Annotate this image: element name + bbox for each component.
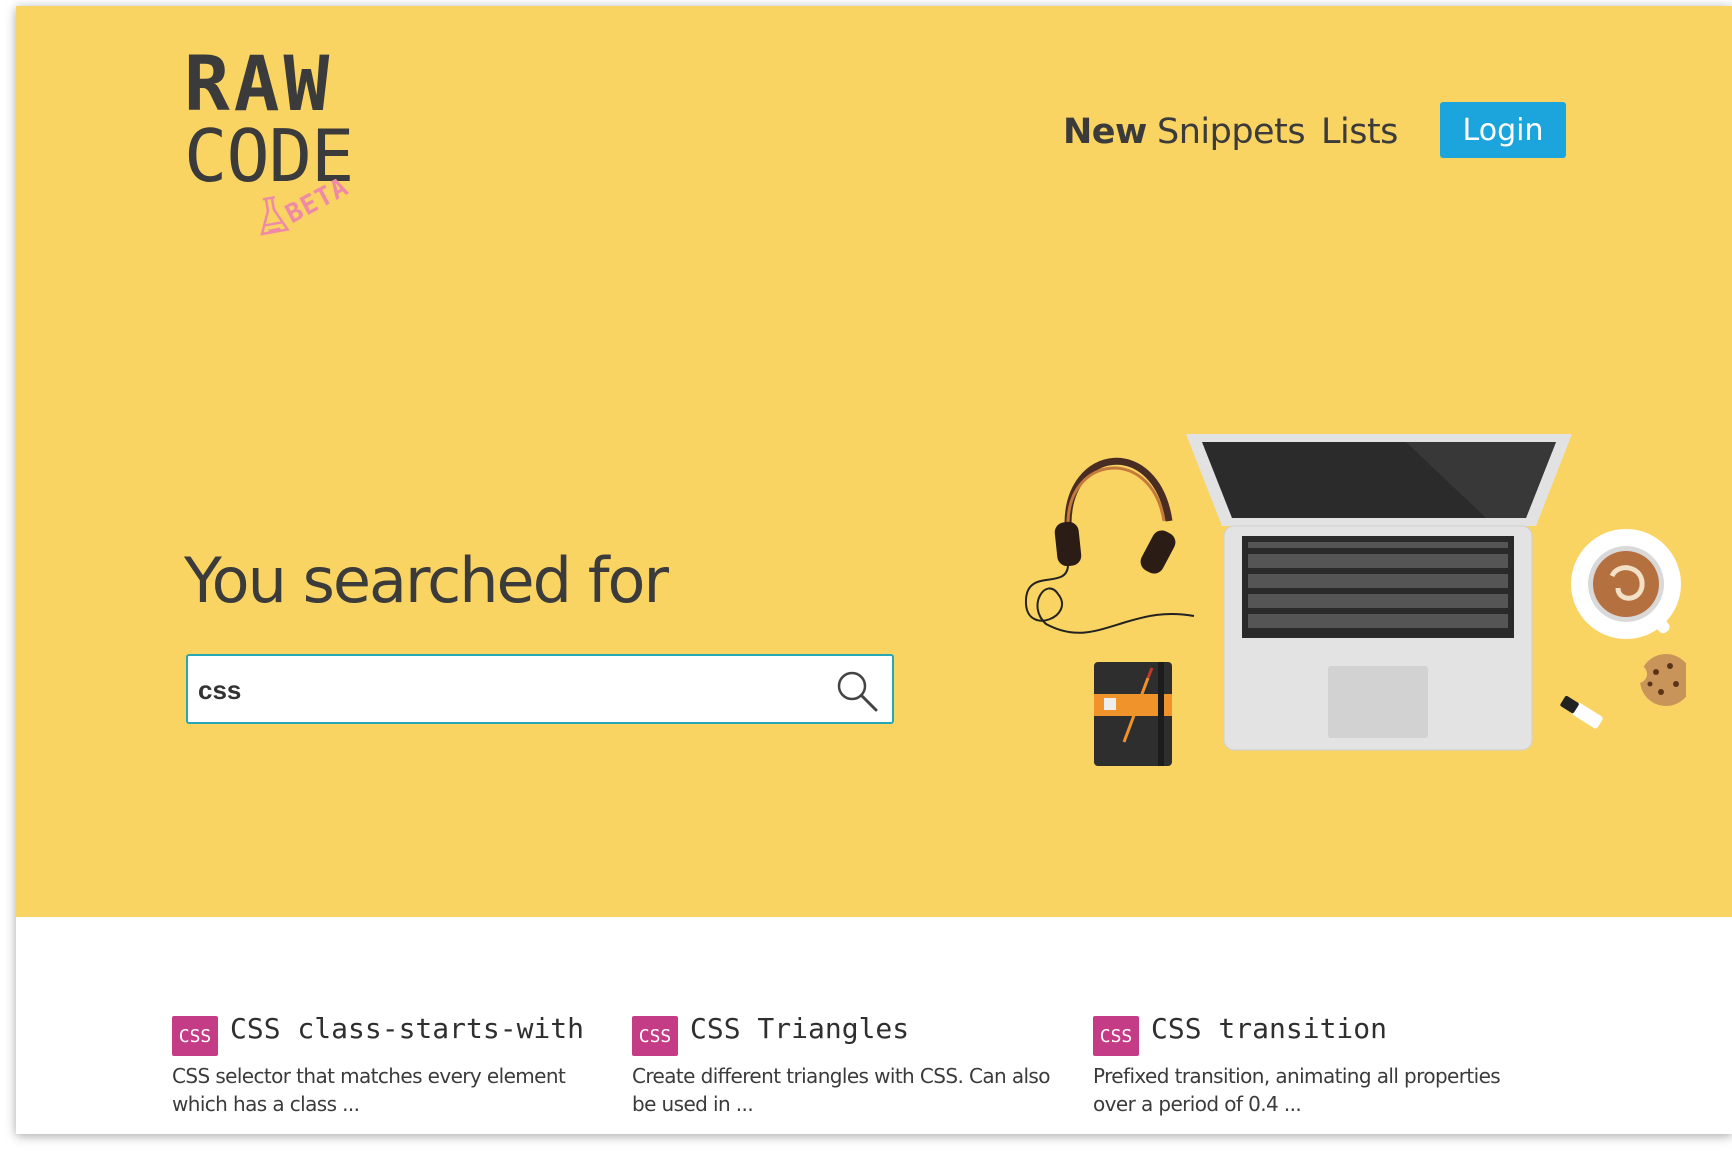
search-icon[interactable]	[832, 666, 882, 716]
usb-stick-image	[1560, 695, 1603, 729]
results-section: CSS CSS class-starts-with CSS selector t…	[16, 917, 1732, 1134]
result-title[interactable]: CSS transition	[1151, 1012, 1387, 1045]
top-nav: New Snippets Lists Login	[16, 102, 1732, 162]
search-box	[186, 654, 894, 724]
hero-section: RAW CODE BETA New Snippets Lists Login Y…	[16, 6, 1732, 917]
nav-new[interactable]: New	[1063, 112, 1147, 152]
desk-illustration	[1024, 434, 1686, 766]
headphones-image	[1024, 457, 1195, 634]
result-description: Create different triangles with CSS. Can…	[632, 1064, 1050, 1116]
language-tag: CSS	[172, 1016, 218, 1056]
browser-frame: RAW CODE BETA New Snippets Lists Login Y…	[16, 6, 1732, 1134]
result-description: Prefixed transition, animating all prope…	[1093, 1064, 1501, 1116]
page-heading: You searched for	[184, 544, 669, 617]
coffee-cup-image	[1571, 529, 1681, 639]
nav-snippets[interactable]: Snippets	[1157, 112, 1306, 152]
result-title[interactable]: CSS class-starts-with	[230, 1012, 584, 1045]
nav-lists[interactable]: Lists	[1321, 112, 1398, 152]
result-description: CSS selector that matches every element …	[172, 1064, 566, 1116]
login-button[interactable]: Login	[1440, 102, 1566, 158]
cookie-image	[1629, 654, 1686, 706]
laptop-image	[1186, 434, 1572, 751]
search-input[interactable]	[196, 656, 800, 724]
result-title[interactable]: CSS Triangles	[690, 1012, 909, 1045]
notebook-image	[1094, 662, 1172, 766]
language-tag: CSS	[1093, 1016, 1139, 1056]
language-tag: CSS	[632, 1016, 678, 1056]
